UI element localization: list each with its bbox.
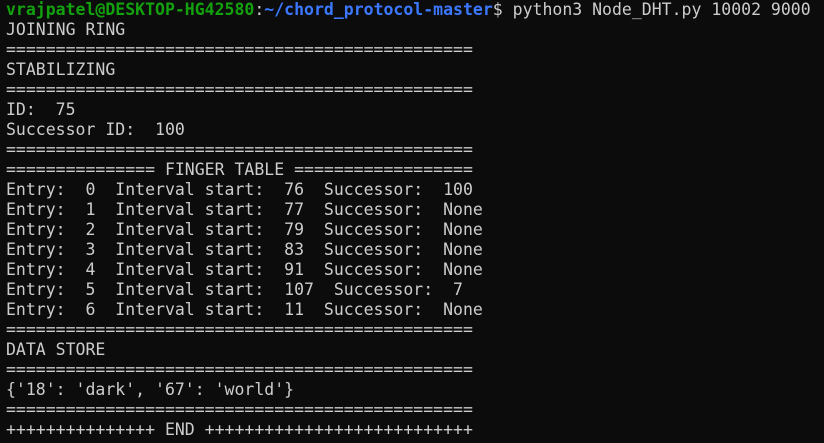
output-line-separator: ========================================… [6,40,473,59]
prompt-dollar: $ [492,0,513,19]
command-prompt-line: vrajpatel@DESKTOP-HG42580:~/chord_protoc… [6,0,824,20]
finger-table-entry: Entry: 5 Interval start: 107 Successor: … [6,280,463,299]
finger-table-entry: Entry: 3 Interval start: 83 Successor: N… [6,240,483,259]
finger-table-entry: Entry: 4 Interval start: 91 Successor: N… [6,260,483,279]
prompt-separator: : [254,0,265,19]
command-text: python3 Node_DHT.py 10002 9000 [512,0,811,19]
output-line-successor-id: Successor ID: 100 [6,120,185,139]
output-line-data-store-contents: {'18': 'dark', '67': 'world'} [6,380,295,399]
output-line-data-store: DATA STORE [6,340,106,359]
output-line-stabilizing: STABILIZING [6,60,116,79]
output-line-end: +++++++++++++++ END ++++++++++++++++++++… [6,420,473,439]
prompt-path: ~/chord_protocol-master [264,0,493,19]
terminal-window[interactable]: vrajpatel@DESKTOP-HG42580:~/chord_protoc… [0,0,824,443]
output-line-separator: ========================================… [6,140,473,159]
prompt-user-host: vrajpatel@DESKTOP-HG42580 [6,0,255,19]
finger-table-entry: Entry: 2 Interval start: 79 Successor: N… [6,220,483,239]
finger-table-entry: Entry: 0 Interval start: 76 Successor: 1… [6,180,473,199]
finger-table-entry: Entry: 6 Interval start: 11 Successor: N… [6,300,483,319]
output-line-finger-table-header: =============== FINGER TABLE ===========… [6,160,473,179]
output-line-node-id: ID: 75 [6,100,76,119]
output-line-separator: ========================================… [6,400,473,419]
output-line-separator: ========================================… [6,80,473,99]
output-line-separator: ========================================… [6,320,473,339]
finger-table-entry: Entry: 1 Interval start: 77 Successor: N… [6,200,483,219]
output-line-separator: ========================================… [6,360,473,379]
output-line-joining-ring: JOINING RING [6,20,126,39]
